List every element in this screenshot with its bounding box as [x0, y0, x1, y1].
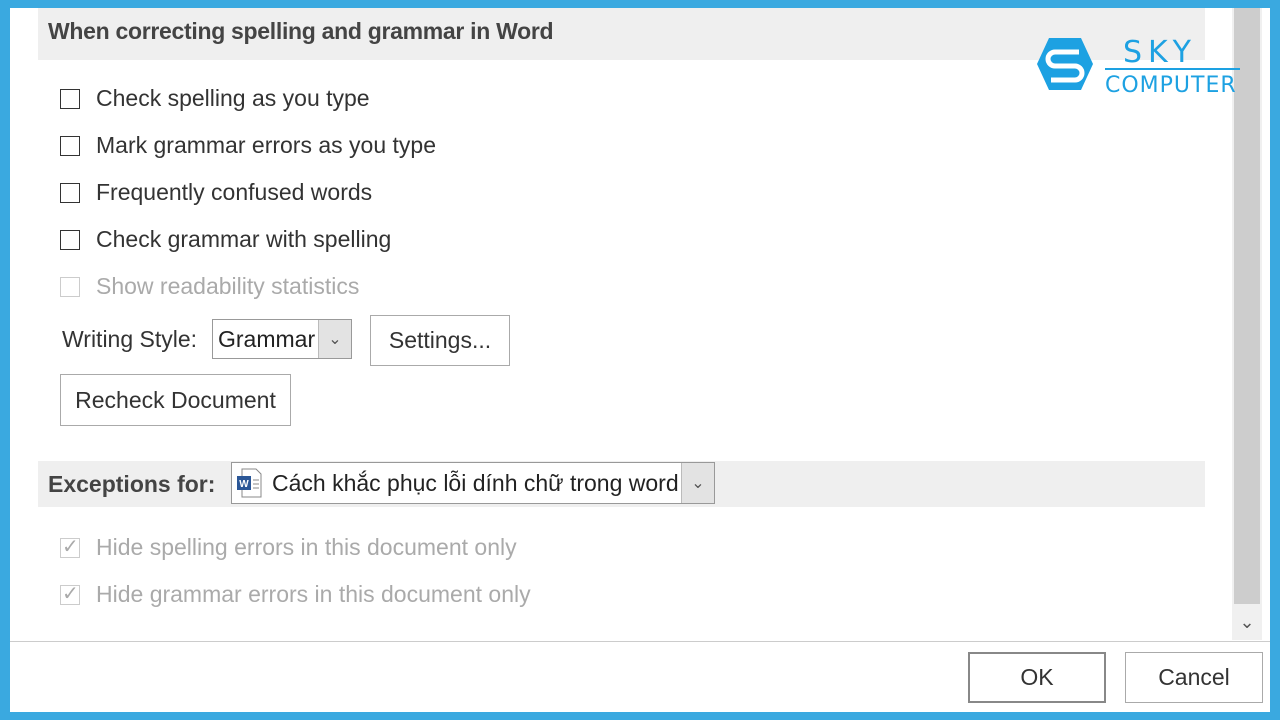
checkbox: ✓ [60, 583, 80, 605]
chevron-down-icon[interactable]: ⌄ [318, 320, 351, 358]
checkbox[interactable] [60, 229, 80, 250]
checkbox-confused-words[interactable]: Frequently confused words [60, 179, 372, 206]
checkbox-label: Frequently confused words [96, 179, 373, 205]
word-options-dialog: When correcting spelling and grammar in … [10, 8, 1270, 712]
checkbox: ✓ [60, 536, 80, 558]
checkbox-label: Hide spelling errors in this document on… [96, 534, 517, 560]
chevron-down-icon[interactable]: ⌄ [681, 463, 714, 503]
check-icon: ✓ [62, 582, 79, 605]
word-document-icon: W [237, 468, 262, 498]
cancel-button[interactable]: Cancel [1125, 652, 1263, 703]
writing-style-value: Grammar [218, 325, 316, 352]
sky-computer-logo: SKY COMPUTER [1035, 35, 1245, 103]
svg-text:SKY: SKY [1123, 36, 1197, 70]
checkbox-readability: Show readability statistics [60, 273, 359, 300]
checkbox-label: Check spelling as you type [96, 85, 370, 111]
checkbox [60, 276, 80, 297]
checkbox[interactable] [60, 135, 80, 156]
checkbox-mark-grammar[interactable]: Mark grammar errors as you type [60, 132, 436, 159]
checkbox-label: Hide grammar errors in this document onl… [96, 581, 531, 607]
svg-text:COMPUTER: COMPUTER [1105, 73, 1237, 98]
check-icon: ✓ [62, 535, 79, 558]
recheck-document-button[interactable]: Recheck Document [60, 374, 291, 426]
exceptions-label: Exceptions for: [48, 471, 216, 497]
sky-logo-icon: SKY COMPUTER [1037, 35, 1240, 98]
ok-button[interactable]: OK [968, 652, 1106, 703]
checkbox-label: Check grammar with spelling [96, 226, 392, 252]
scroll-down-arrow-icon[interactable]: ⌄ [1232, 612, 1262, 638]
svg-text:W: W [239, 479, 249, 490]
checkbox-hide-spelling: ✓ Hide spelling errors in this document o… [60, 534, 517, 561]
checkbox-hide-grammar: ✓ Hide grammar errors in this document on… [60, 581, 531, 608]
divider [10, 641, 1270, 642]
checkbox-label: Mark grammar errors as you type [96, 132, 436, 158]
checkbox-label: Show readability statistics [96, 273, 360, 299]
writing-style-select[interactable]: Grammar ⌄ [212, 319, 352, 359]
section-title: When correcting spelling and grammar in … [48, 18, 554, 44]
settings-button[interactable]: Settings... [370, 315, 510, 366]
writing-style-label: Writing Style: [62, 326, 198, 352]
exceptions-document-value: Cách khắc phục lỗi dính chữ trong word [272, 469, 679, 496]
section-header: When correcting spelling and grammar in … [38, 8, 1205, 60]
checkbox[interactable] [60, 88, 80, 109]
checkbox-grammar-with-spelling[interactable]: Check grammar with spelling [60, 226, 391, 253]
checkbox-check-spelling[interactable]: Check spelling as you type [60, 85, 370, 112]
checkbox[interactable] [60, 182, 80, 203]
exceptions-document-select[interactable]: W Cách khắc phục lỗi dính chữ trong word… [231, 462, 715, 504]
